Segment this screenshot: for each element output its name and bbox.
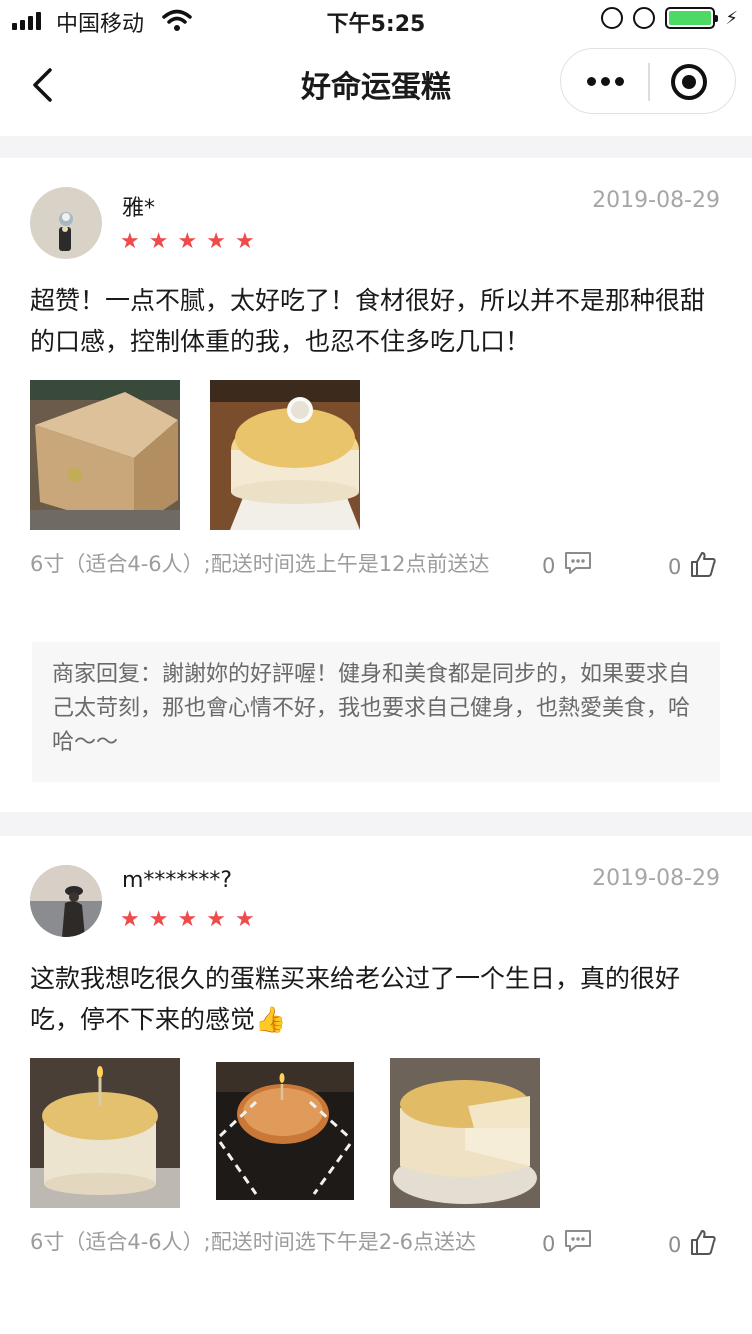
star-icon: ★ bbox=[234, 907, 255, 932]
review-photo[interactable] bbox=[216, 1062, 354, 1200]
review-date: 2019-08-29 bbox=[592, 188, 720, 213]
star-icon: ★ bbox=[148, 907, 169, 932]
thumbs-up-icon bbox=[689, 550, 717, 583]
review-text: 这款我想吃很久的蛋糕买来给老公过了一个生日，真的很好吃，停不下来的感觉👍 bbox=[30, 964, 681, 1034]
comment-icon bbox=[563, 550, 593, 581]
avatar[interactable] bbox=[30, 865, 102, 937]
comment-count: 0 bbox=[542, 1231, 556, 1256]
star-icon: ★ bbox=[206, 229, 226, 254]
status-bar: 中国移动 下午5:25 ⚡ bbox=[0, 0, 752, 40]
review-card: 雅* 2019-08-29 ★ ★ ★ ★ ★ 超赞！一点不腻，太好吃了！食材很好，所以… bbox=[0, 158, 752, 812]
review-date: 2019-08-29 bbox=[592, 866, 720, 891]
review-photo[interactable] bbox=[210, 380, 360, 530]
like-count: 0 bbox=[668, 554, 682, 579]
review-username: 雅* bbox=[122, 196, 156, 221]
review-username: m*******? bbox=[122, 868, 233, 893]
star-icon: ★ bbox=[148, 229, 169, 254]
review-card: m*******? 2019-08-29 ★ ★ ★ ★ ★ 这款我想吃很久的蛋糕买来给… bbox=[0, 836, 752, 1334]
comment-icon bbox=[563, 1228, 593, 1259]
capsule-divider bbox=[648, 63, 650, 101]
order-spec: 6寸（适合4-6人）;配送时间选下午是2-6点送达 bbox=[30, 1230, 477, 1254]
star-rating: ★ ★ ★ ★ ★ bbox=[120, 231, 255, 253]
star-rating: ★ ★ ★ ★ ★ bbox=[120, 909, 255, 931]
review-photo[interactable] bbox=[30, 380, 180, 530]
star-icon: ★ bbox=[206, 907, 226, 932]
review-photo[interactable] bbox=[30, 1058, 180, 1208]
star-icon: ★ bbox=[177, 229, 198, 254]
comment-button[interactable]: 0 bbox=[542, 550, 593, 581]
star-icon: ★ bbox=[120, 907, 140, 932]
rotation-lock-icon bbox=[601, 7, 624, 29]
review-photo[interactable] bbox=[390, 1058, 540, 1208]
more-icon[interactable] bbox=[585, 61, 625, 101]
star-icon: ★ bbox=[120, 229, 140, 254]
charging-icon: ⚡ bbox=[725, 7, 738, 29]
like-button[interactable]: 0 bbox=[668, 1228, 717, 1261]
comment-button[interactable]: 0 bbox=[542, 1228, 593, 1259]
nav-bar: 好命运蛋糕 bbox=[0, 40, 752, 136]
close-miniprogram-icon[interactable] bbox=[671, 64, 707, 100]
comment-count: 0 bbox=[542, 553, 556, 578]
battery-icon bbox=[665, 7, 719, 29]
miniprogram-capsule bbox=[560, 48, 736, 114]
star-icon: ★ bbox=[177, 907, 198, 932]
alarm-icon bbox=[633, 7, 656, 29]
review-text: 超赞！一点不腻，太好吃了！食材很好，所以并不是那种很甜的口感，控制体重的我，也忍… bbox=[30, 286, 706, 356]
thumbs-up-icon bbox=[689, 1228, 717, 1261]
like-count: 0 bbox=[668, 1232, 682, 1257]
star-icon: ★ bbox=[234, 229, 255, 254]
like-button[interactable]: 0 bbox=[668, 550, 717, 583]
order-spec: 6寸（适合4-6人）;配送时间选上午是12点前送达 bbox=[30, 552, 490, 576]
avatar[interactable] bbox=[30, 187, 102, 259]
merchant-reply: 商家回复：謝謝妳的好評喔！健身和美食都是同步的，如果要求自己太苛刻，那也會心情不… bbox=[32, 642, 720, 782]
